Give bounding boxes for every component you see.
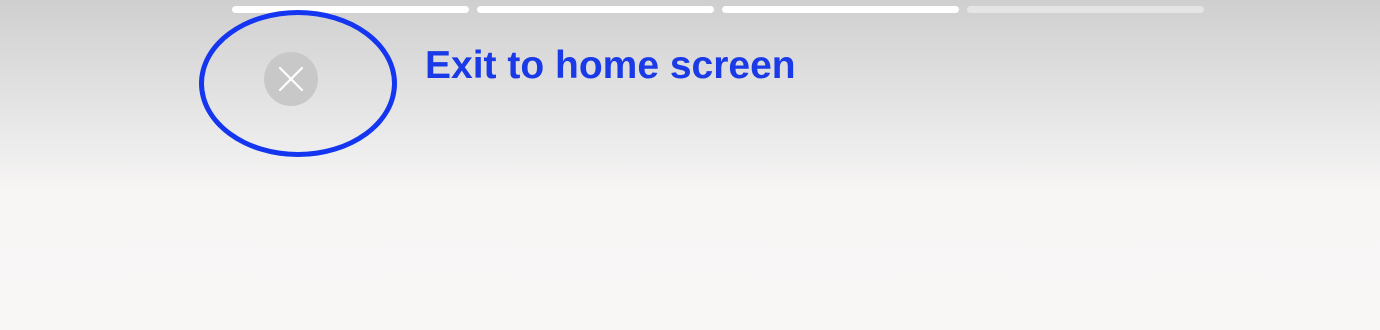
- progress-segment-2: [477, 6, 714, 13]
- progress-segment-4: [967, 6, 1204, 13]
- progress-segment-3: [722, 6, 959, 13]
- annotation-label: Exit to home screen: [425, 44, 796, 87]
- progress-segment-1: [232, 6, 469, 13]
- close-button[interactable]: [264, 52, 318, 106]
- story-progress-bar: [232, 6, 1204, 14]
- close-icon: [277, 65, 305, 93]
